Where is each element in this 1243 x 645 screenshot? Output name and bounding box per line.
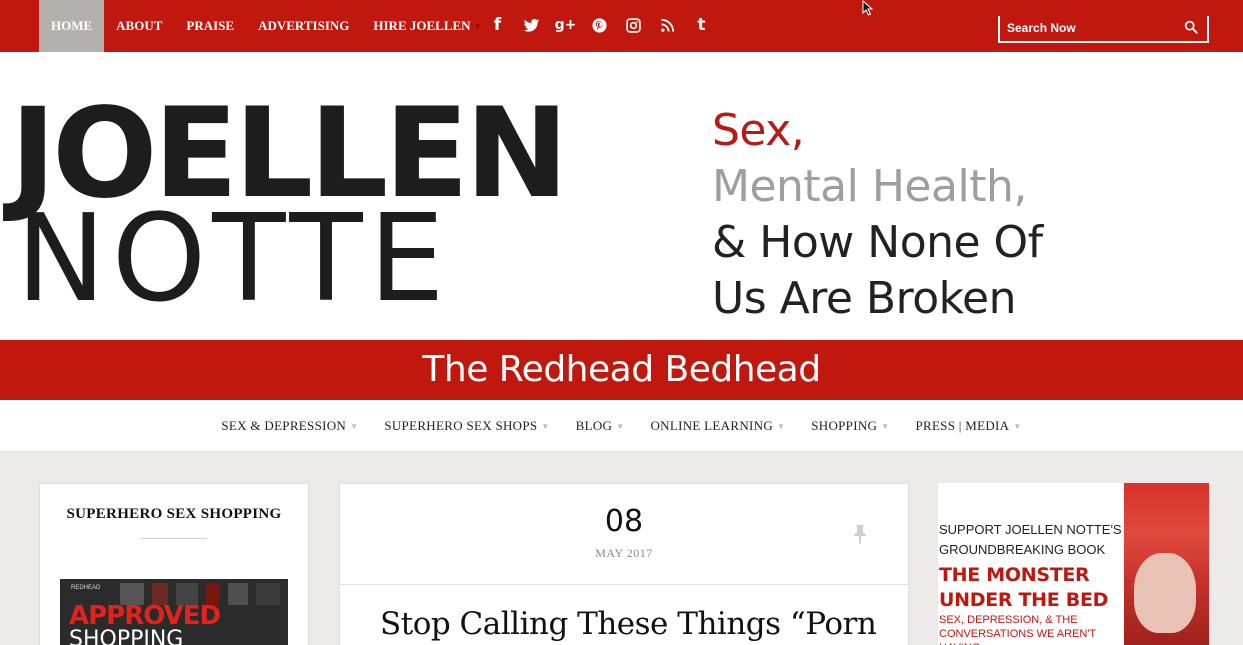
- search-input[interactable]: [1007, 18, 1177, 38]
- main-nav-label: ONLINE LEARNING: [650, 418, 774, 433]
- main-nav-sex-depression[interactable]: SEX & DEPRESSION ▼: [208, 400, 371, 452]
- author-face: [1134, 553, 1196, 633]
- promo-banner[interactable]: REDHEAD APPROVED SHOPPING: [60, 579, 288, 645]
- book-subtitle-line-2: CONVERSATIONS WE AREN'T HAVING: [939, 628, 1096, 645]
- facebook-icon[interactable]: f: [486, 14, 509, 37]
- twitter-icon[interactable]: [520, 14, 543, 37]
- main-nav-superhero-sex-shops[interactable]: SUPERHERO SEX SHOPS ▼: [371, 400, 562, 452]
- post-date-month-year: MAY 2017: [595, 546, 653, 560]
- twitter-icon-svg: [523, 18, 540, 32]
- book-title-line-1: THE MONSTER: [939, 564, 1090, 586]
- search-box: [998, 16, 1209, 43]
- top-nav-praise[interactable]: PRAISE: [174, 0, 246, 52]
- tumblr-icon-glyph: t: [697, 15, 706, 35]
- site-subtitle: The Redhead Bedhead: [422, 349, 821, 390]
- tumblr-icon[interactable]: t: [690, 14, 713, 37]
- book-title: THE MONSTER UNDER THE BED: [939, 563, 1139, 613]
- main-nav-label: PRESS | MEDIA: [915, 418, 1010, 433]
- main-nav-blog[interactable]: BLOG ▼: [563, 400, 638, 452]
- instagram-icon-svg: [626, 18, 641, 33]
- pinterest-icon[interactable]: [588, 14, 611, 37]
- google-plus-icon[interactable]: g+: [554, 14, 577, 37]
- chevron-down-icon: ▼: [541, 422, 550, 432]
- promo-headline: APPROVED: [69, 601, 221, 631]
- sidebar-widget-shopping: SUPERHERO SEX SHOPPING REDHEAD APPROVED …: [39, 483, 309, 645]
- book-subtitle: SEX, DEPRESSION, & THE CONVERSATIONS WE …: [939, 613, 1139, 645]
- instagram-icon[interactable]: [622, 14, 645, 37]
- rss-icon[interactable]: [656, 14, 679, 37]
- chevron-down-icon: ▼: [616, 422, 625, 432]
- product-image: [256, 583, 280, 605]
- main-nav-label: SHOPPING: [811, 418, 878, 433]
- site-header: JOELLEN NOTTE Sex, Mental Health, & How …: [0, 52, 1243, 340]
- top-nav-about[interactable]: ABOUT: [104, 0, 174, 52]
- product-image: [228, 583, 248, 605]
- top-nav-hire-joellen[interactable]: HIRE JOELLEN ▼: [361, 0, 493, 52]
- ad-text-line-2: GROUNDBREAKING BOOK: [939, 542, 1106, 557]
- top-nav-home[interactable]: HOME: [39, 0, 105, 52]
- widget-divider: [141, 538, 207, 539]
- tagline-line-3: & How None Of: [712, 217, 1043, 268]
- promo-subheadline: SHOPPING: [69, 627, 184, 645]
- post-divider: [340, 584, 908, 585]
- main-nav-label: SEX & DEPRESSION: [221, 418, 347, 433]
- main-nav-shopping[interactable]: SHOPPING ▼: [798, 400, 902, 452]
- promo-small-label: REDHEAD: [71, 585, 101, 591]
- post-card: 08 MAY 2017 Stop Calling These Things “P…: [339, 483, 909, 645]
- pinterest-icon-svg: [592, 18, 607, 33]
- site-logo[interactable]: JOELLEN NOTTE: [10, 92, 640, 320]
- search-icon[interactable]: [1184, 20, 1198, 34]
- main-nav-online-learning[interactable]: ONLINE LEARNING ▼: [637, 400, 798, 452]
- ad-support-text: SUPPORT JOELLEN NOTTE'S GROUNDBREAKING B…: [939, 520, 1129, 560]
- google-plus-icon-glyph: g+: [554, 17, 577, 33]
- top-nav: HOME ABOUT PRAISE ADVERTISING HIRE JOELL…: [39, 0, 493, 52]
- facebook-icon-glyph: f: [493, 15, 502, 35]
- top-nav-hire-joellen-label: HIRE JOELLEN: [373, 18, 471, 33]
- chevron-down-icon: ▼: [473, 22, 482, 32]
- ad-text-line-1: SUPPORT JOELLEN NOTTE'S: [939, 522, 1122, 537]
- rss-icon-svg: [661, 18, 675, 32]
- post-title-link[interactable]: Stop Calling These Things “Porn: [380, 604, 900, 644]
- chevron-down-icon: ▼: [1013, 422, 1022, 432]
- tagline-line-4: Us Are Broken: [712, 273, 1016, 324]
- social-links: f g+ t: [486, 14, 713, 37]
- top-nav-advertising[interactable]: ADVERTISING: [246, 0, 361, 52]
- pin-icon: [854, 525, 866, 544]
- site-tagline: Sex, Mental Health, & How None Of Us Are…: [712, 103, 1043, 327]
- chevron-down-icon: ▼: [777, 422, 786, 432]
- subtitle-bar: The Redhead Bedhead: [0, 340, 1243, 400]
- book-subtitle-line-1: SEX, DEPRESSION, & THE: [939, 614, 1078, 626]
- book-ad[interactable]: SUPPORT JOELLEN NOTTE'S GROUNDBREAKING B…: [938, 483, 1209, 645]
- tagline-line-2: Mental Health,: [712, 161, 1027, 212]
- main-nav-label: SUPERHERO SEX SHOPS: [384, 418, 538, 433]
- top-bar: HOME ABOUT PRAISE ADVERTISING HIRE JOELL…: [0, 0, 1243, 52]
- tagline-line-1: Sex,: [712, 105, 805, 156]
- mouse-cursor-icon: [862, 0, 874, 16]
- widget-title: SUPERHERO SEX SHOPPING: [66, 506, 282, 522]
- main-nav-label: BLOG: [575, 418, 613, 433]
- book-title-line-2: UNDER THE BED: [939, 589, 1109, 611]
- chevron-down-icon: ▼: [881, 422, 890, 432]
- logo-last-name: NOTTE: [16, 190, 451, 329]
- main-nav-press-media[interactable]: PRESS | MEDIA ▼: [902, 400, 1034, 452]
- main-nav: SEX & DEPRESSION ▼ SUPERHERO SEX SHOPS ▼ B…: [0, 400, 1243, 452]
- chevron-down-icon: ▼: [350, 422, 359, 432]
- post-date-day: 08: [604, 504, 644, 539]
